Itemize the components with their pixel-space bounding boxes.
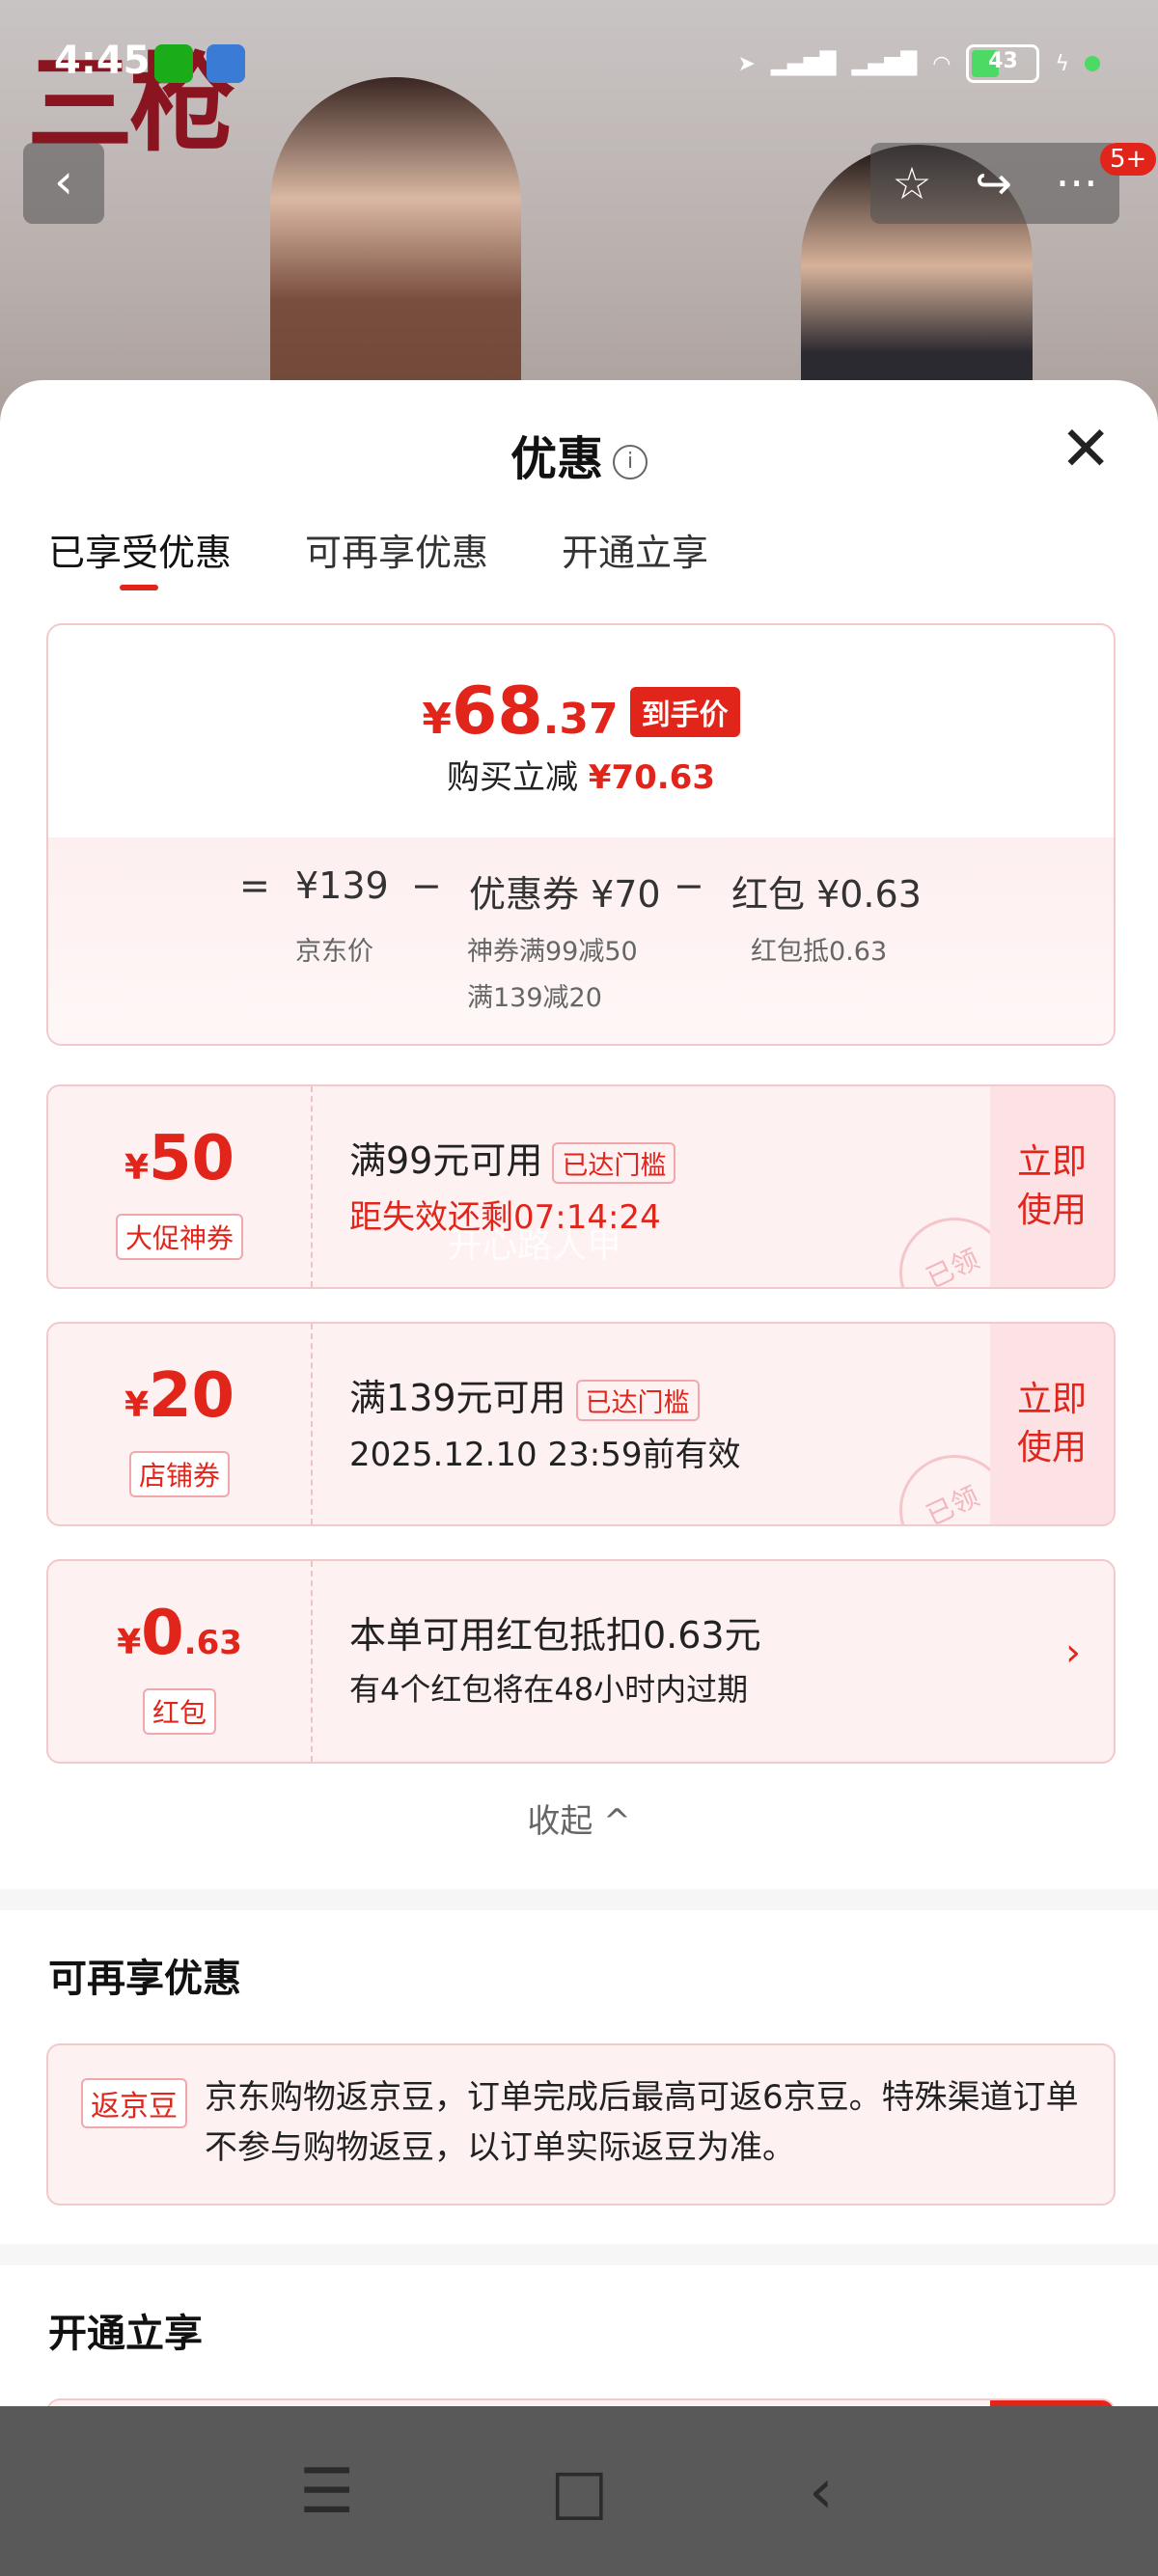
active-tab-indicator [120, 585, 158, 590]
sheet-title: 优惠 [510, 432, 603, 486]
collapse-button[interactable]: 收起 ^ [0, 1795, 1158, 1842]
jd-price-label: 京东价 [295, 937, 373, 967]
coupon-total: 优惠券 ¥70 [469, 873, 661, 916]
minus-sign: − [411, 864, 442, 907]
coupon-type-tag: 大促神券 [115, 1214, 244, 1260]
coupon-amount-area: ¥20 店铺券 [48, 1324, 313, 1524]
hongbao-amount: ¥0.63 [117, 1598, 242, 1669]
threshold-reached-tag: 已达门槛 [575, 1380, 700, 1421]
section-title-open: 开通立享 [48, 2312, 203, 2356]
final-price: ¥68.37 [422, 673, 619, 750]
tab-enjoyed[interactable]: 已享受优惠 [48, 523, 232, 576]
status-time: 4:45 [54, 39, 151, 83]
menu-icon[interactable]: ☰ [299, 2456, 354, 2528]
minus-sign-2: − [674, 864, 704, 907]
coupon-amount: ¥50 [124, 1123, 235, 1194]
back-nav-icon[interactable]: ‹ [809, 2456, 834, 2528]
message-count-badge: 5+ [1100, 143, 1157, 176]
equals-sign: = [239, 864, 270, 907]
app-notification-icon [207, 44, 245, 83]
status-bar: 4:45 ➤ ▂▄▆█ ▂▄▆█ ◠ 43 ϟ [0, 39, 1158, 96]
hongbao-sub: 红包抵0.63 [751, 937, 888, 967]
coupon-sub-2: 满139减20 [467, 983, 602, 1013]
threshold-reached-tag: 已达门槛 [552, 1142, 676, 1184]
system-nav-bar: ☰ □ ‹ [0, 2406, 1158, 2576]
battery-level: 43 [988, 49, 1018, 73]
battery-icon: 43 [966, 44, 1040, 83]
tab-more[interactable]: 可再享优惠 [305, 523, 488, 576]
privacy-dot-icon [1085, 56, 1100, 71]
instant-reduce-value: ¥70.63 [588, 758, 715, 797]
section-divider-2 [0, 2244, 1158, 2265]
coupon-condition: 满139元可用 已达门槛 [349, 1368, 700, 1421]
use-now-button[interactable]: 立即 使用 [990, 1324, 1114, 1524]
sheet-title-wrap: 优惠 i [0, 421, 1158, 488]
tab-bar: 已享受优惠 可再享优惠 开通立享 [48, 523, 708, 576]
use-now-button[interactable]: 立即 使用 [990, 1086, 1114, 1287]
more-icon[interactable]: ··· [1056, 157, 1098, 209]
coupon-sub-1: 神券满99减50 [467, 937, 638, 967]
chevron-right-icon[interactable]: › [1065, 1631, 1081, 1675]
coupon-expiry: 2025.12.10 23:59前有效 [349, 1436, 741, 1474]
final-price-row: ¥68.37 到手价 [48, 673, 1114, 750]
jingdou-card: 返京豆 京东购物返京豆，订单完成后最高可返6京豆。特殊渠道订单不参与购物返豆，以… [46, 2043, 1116, 2206]
top-action-group: ☆ ↪ ··· [870, 143, 1119, 224]
instant-reduce: 购买立减 ¥70.63 [446, 758, 715, 797]
location-icon: ➤ [737, 51, 756, 76]
wifi-icon: ◠ [932, 51, 951, 76]
section-title-more: 可再享优惠 [48, 1957, 241, 2001]
close-icon[interactable]: ✕ [1060, 419, 1112, 480]
price-breakdown-card: ¥68.37 到手价 购买立减 ¥70.63 = ¥139 − 优惠券 ¥70 −… [46, 623, 1116, 1046]
favorite-star-icon[interactable]: ☆ [892, 157, 931, 209]
home-icon[interactable]: □ [550, 2456, 608, 2528]
wechat-icon [154, 44, 193, 83]
section-divider [0, 1889, 1158, 1910]
back-button[interactable]: ‹ [23, 143, 104, 224]
hongbao-expiry-note: 有4个红包将在48小时内过期 [349, 1671, 749, 1708]
discount-sheet: 优惠 i ✕ 已享受优惠 可再享优惠 开通立享 ¥68.37 到手价 购买立减 ¥7… [0, 380, 1158, 2429]
coupon-card-2[interactable]: ¥20 店铺券 满139元可用 已达门槛 2025.12.10 23:59前有效 … [46, 1322, 1116, 1526]
coupon-amount: ¥20 [124, 1360, 235, 1432]
charging-icon: ϟ [1055, 51, 1069, 76]
hongbao-amount-area: ¥0.63 红包 [48, 1561, 313, 1762]
watermark-text: 开心路人甲 [448, 1226, 622, 1266]
jingdou-text: 京东购物返京豆，订单完成后最高可返6京豆。特殊渠道订单不参与购物返豆，以订单实际… [205, 2078, 1079, 2167]
signal-icon-2: ▂▄▆█ [851, 51, 918, 76]
coupon-condition: 满99元可用 已达门槛 [349, 1131, 676, 1184]
signal-icon: ▂▄▆█ [770, 51, 837, 76]
share-icon[interactable]: ↪ [975, 157, 1012, 209]
coupon-amount-area: ¥50 大促神券 [48, 1086, 313, 1287]
hongbao-tag: 红包 [142, 1688, 217, 1735]
hongbao-total: 红包 ¥0.63 [731, 873, 922, 916]
hongbao-card[interactable]: ¥0.63 红包 本单可用红包抵扣0.63元 有4个红包将在48小时内过期 › [46, 1559, 1116, 1764]
info-icon[interactable]: i [613, 445, 648, 480]
tab-open[interactable]: 开通立享 [562, 523, 708, 576]
hongbao-description: 本单可用红包抵扣0.63元 [349, 1614, 761, 1657]
jd-price: ¥139 [295, 864, 389, 907]
final-price-tag: 到手价 [629, 686, 740, 737]
coupon-type-tag: 店铺券 [128, 1451, 231, 1497]
jingdou-tag: 返京豆 [81, 2078, 187, 2128]
